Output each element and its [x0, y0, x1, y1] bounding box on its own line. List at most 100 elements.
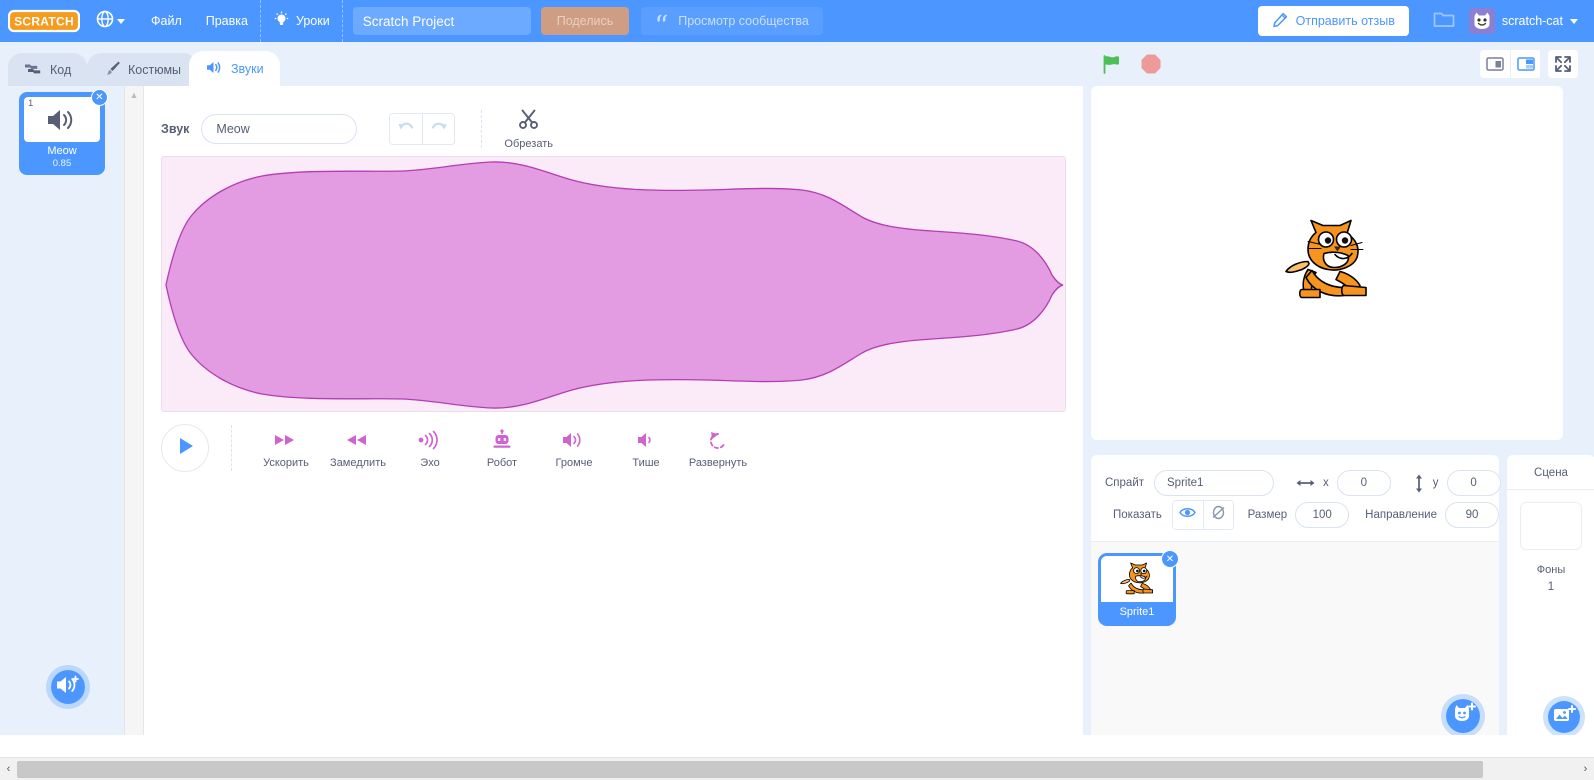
fullscreen-icon[interactable]	[1548, 50, 1578, 78]
account-name: scratch-cat	[1501, 14, 1563, 28]
add-sprite-button[interactable]	[1441, 694, 1485, 738]
menu-edit[interactable]: Правка	[194, 0, 260, 42]
add-backdrop-button[interactable]	[1543, 696, 1585, 738]
feedback-button[interactable]: Отправить отзыв	[1257, 6, 1409, 36]
community-label: Просмотр сообщества	[678, 14, 809, 28]
menu-tutorials-label: Уроки	[295, 14, 330, 28]
play-button[interactable]	[161, 424, 209, 472]
size-input[interactable]	[1295, 502, 1350, 528]
stop-octagon-icon[interactable]	[1140, 53, 1162, 75]
share-button[interactable]: Поделись	[540, 7, 630, 35]
effect-faster[interactable]: Ускорить	[250, 428, 322, 469]
large-stage-icon[interactable]	[1510, 50, 1540, 78]
sprite-list-item[interactable]: ✕ Sprite1	[1101, 550, 1179, 623]
stage-backdrop-thumbnail[interactable]	[1520, 502, 1582, 550]
pencil-icon	[1272, 12, 1288, 31]
y-input[interactable]	[1446, 470, 1501, 496]
scroll-up-arrow-icon[interactable]: ▲	[125, 86, 143, 100]
scissors-icon	[518, 108, 540, 135]
tab-costumes-label: Костюмы	[128, 62, 182, 77]
sound-editor-toolbar: Звук Meow Обрезать	[145, 86, 1083, 150]
folder-icon	[1433, 9, 1455, 33]
stage[interactable]	[1091, 86, 1563, 440]
scratch-cat-sprite[interactable]	[1278, 216, 1376, 311]
delete-sprite-icon[interactable]: ✕	[1161, 550, 1179, 568]
sound-list-item[interactable]: ✕ 1 Meow 0.85	[21, 89, 108, 173]
redo-button[interactable]	[422, 114, 455, 144]
x-input[interactable]	[1336, 470, 1391, 496]
effect-echo-label: Эхо	[420, 456, 440, 469]
trim-button[interactable]: Обрезать	[504, 108, 553, 150]
svg-text:SCRATCH: SCRATCH	[14, 15, 74, 29]
my-stuff-button[interactable]	[1419, 9, 1469, 33]
y-label: y	[1432, 477, 1439, 489]
effect-slower[interactable]: Замедлить	[322, 428, 394, 469]
sprite-name-input[interactable]	[1154, 470, 1275, 496]
direction-input[interactable]	[1445, 502, 1499, 528]
effect-echo[interactable]: Эхо	[394, 428, 466, 469]
effect-reverse[interactable]: Развернуть	[682, 428, 754, 469]
sound-list-panel: ✕ 1 Meow 0.85	[0, 86, 124, 757]
scrollbar-thumb[interactable]	[17, 760, 1483, 778]
menu-edit-label: Правка	[205, 14, 248, 28]
y-arrow-icon	[1413, 474, 1425, 493]
scroll-right-arrow-icon[interactable]: ›	[1577, 757, 1594, 780]
account-menu[interactable]: scratch-cat	[1468, 8, 1594, 34]
sound-name-label: Звук	[161, 122, 190, 136]
effect-robot[interactable]: Робот	[466, 428, 538, 469]
sound-index: 1	[28, 98, 34, 109]
small-stage-icon[interactable]	[1480, 50, 1510, 78]
show-label: Показать	[1113, 509, 1162, 521]
tab-costumes[interactable]: Костюмы	[87, 53, 198, 86]
chevron-down-icon	[117, 18, 125, 24]
undo-button[interactable]	[390, 114, 423, 144]
community-button[interactable]: Просмотр сообщества	[641, 7, 823, 35]
tab-sounds[interactable]: Звуки	[189, 51, 280, 86]
cat-avatar-icon	[1468, 8, 1495, 34]
toolbar-divider	[481, 110, 483, 148]
show-sprite-button[interactable]	[1172, 501, 1203, 529]
effect-faster-label: Ускорить	[263, 456, 309, 469]
horizontal-scrollbar[interactable]: ‹ ›	[0, 757, 1594, 780]
scratch-logo[interactable]: SCRATCH	[8, 8, 80, 34]
waveform-svg	[162, 157, 1065, 411]
scroll-left-arrow-icon[interactable]: ‹	[0, 757, 17, 780]
play-icon	[175, 435, 195, 462]
speaker-icon	[205, 60, 224, 78]
language-selector[interactable]	[90, 0, 139, 42]
delete-sound-icon[interactable]: ✕	[91, 89, 108, 106]
effect-louder[interactable]: Громче	[538, 428, 610, 469]
tab-code[interactable]: Код	[8, 53, 88, 86]
backdrops-count: 1	[1547, 581, 1555, 593]
redo-icon	[430, 119, 448, 140]
add-sound-icon	[55, 674, 81, 701]
menu-divider-2	[341, 0, 343, 42]
waveform-display[interactable]	[161, 156, 1066, 412]
project-title-input[interactable]	[352, 7, 531, 35]
effect-softer-label: Тише	[632, 456, 660, 469]
green-flag-icon[interactable]	[1100, 52, 1124, 76]
eye-icon	[1179, 506, 1197, 524]
menu-file[interactable]: Файл	[139, 0, 194, 42]
feedback-label: Отправить отзыв	[1295, 14, 1395, 28]
direction-label: Направление	[1365, 509, 1437, 521]
effect-softer[interactable]: Тише	[610, 428, 682, 469]
hide-sprite-button[interactable]	[1202, 501, 1233, 529]
effect-robot-label: Робот	[486, 456, 518, 469]
sound-duration: 0.85	[52, 158, 72, 169]
tab-sounds-label: Звуки	[231, 61, 264, 76]
sound-effects-row: Ускорить Замедлить Эхо Робот Громче Тише…	[161, 424, 754, 472]
scrollbar-track[interactable]	[17, 757, 1577, 780]
volume-up-icon	[561, 428, 587, 452]
sprite-info-row-1: Спрайт x y	[1091, 467, 1501, 499]
add-sound-button[interactable]	[46, 665, 90, 709]
stage-header	[1080, 42, 1594, 86]
sound-thumbnail: 1	[24, 97, 100, 142]
sound-list-scrollbar[interactable]: ▲	[124, 86, 144, 757]
eye-slash-icon	[1210, 505, 1227, 525]
sprite-info: Спрайт x y Показать	[1091, 455, 1501, 542]
undo-redo-group	[389, 113, 456, 145]
menu-tutorials[interactable]: Уроки	[261, 0, 342, 42]
sound-name-input[interactable]	[201, 114, 358, 144]
sprite-info-row-2: Показать Размер 100 Направление 90	[1091, 499, 1499, 531]
